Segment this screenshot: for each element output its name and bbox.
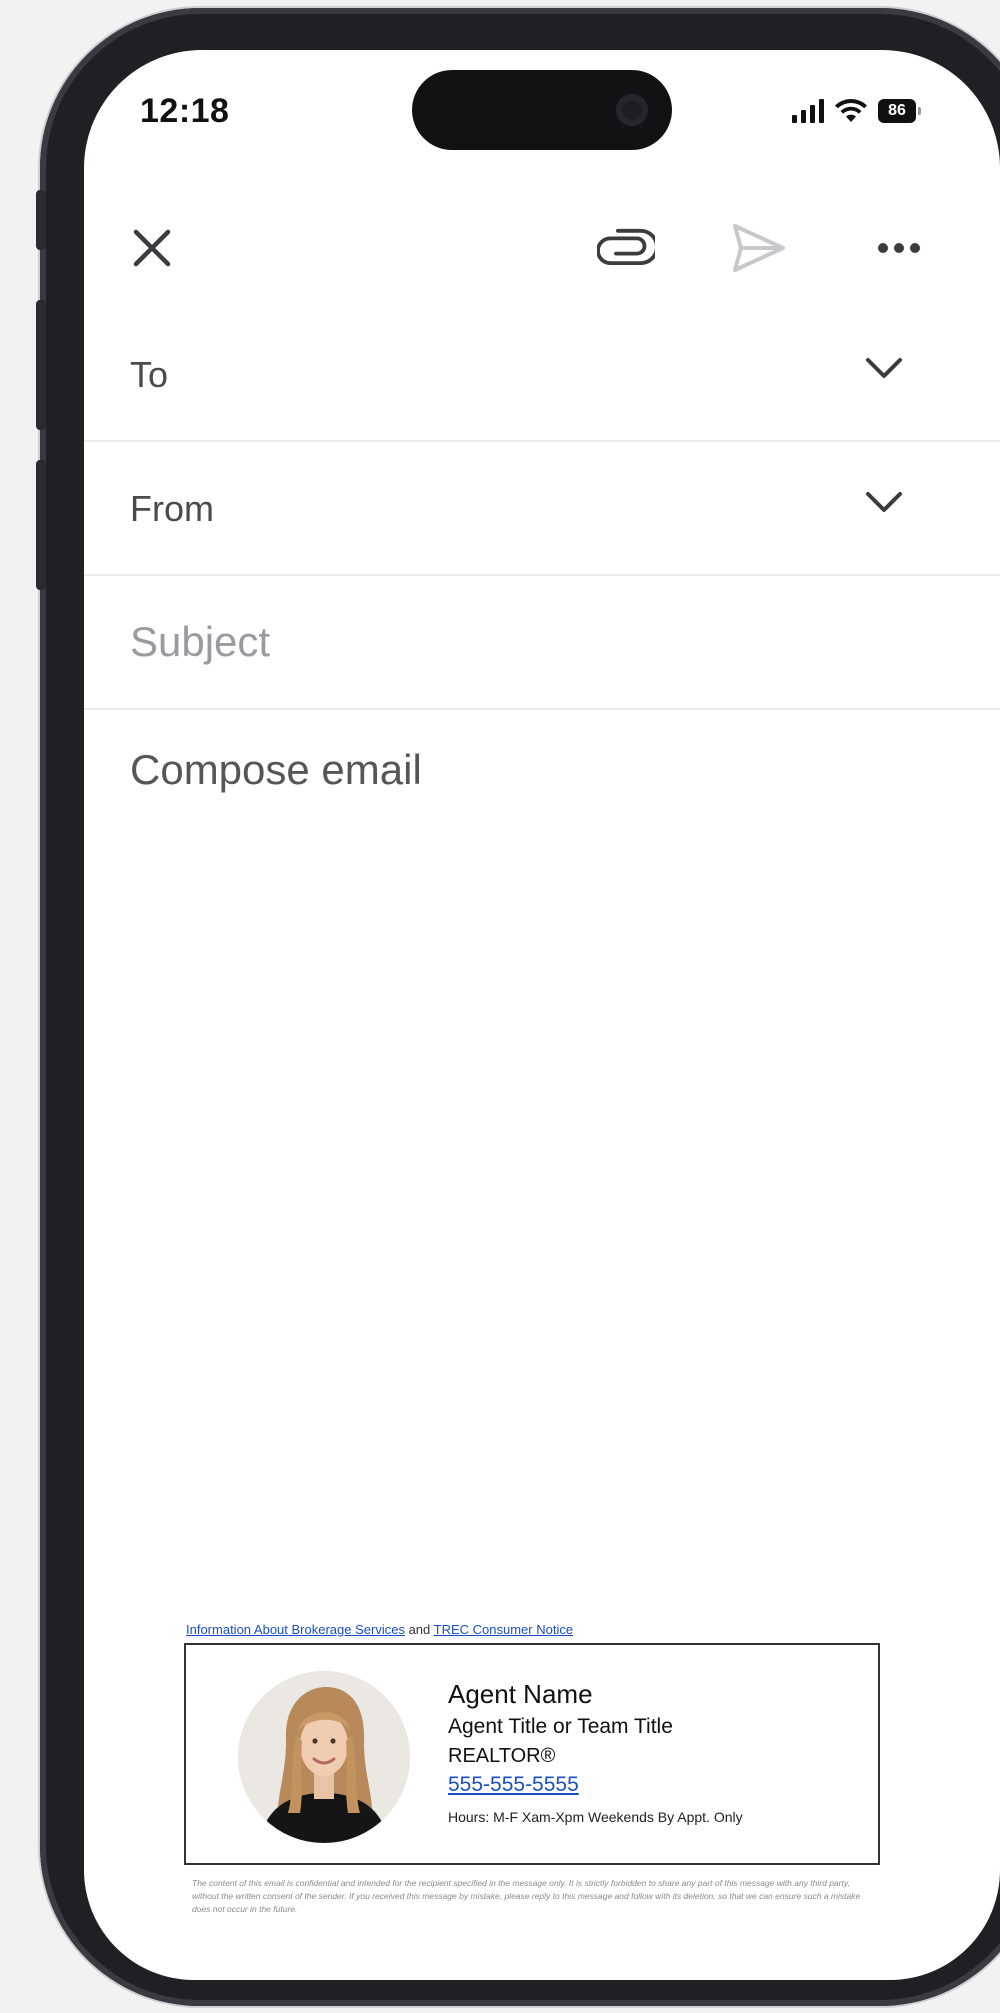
agent-photo: [238, 1671, 410, 1843]
agent-name: Agent Name: [448, 1679, 593, 1709]
wifi-icon: [835, 99, 867, 122]
brokerage-services-link[interactable]: Information About Brokerage Services: [186, 1622, 405, 1637]
compose-body[interactable]: [130, 746, 910, 1626]
links-joiner: and: [404, 1622, 434, 1637]
battery-icon: 86: [878, 99, 921, 123]
paperclip-icon: [597, 228, 655, 266]
agent-hours: Hours: M-F Xam-Xpm Weekends By Appt. Onl…: [448, 1809, 743, 1825]
to-label: To: [130, 354, 169, 395]
agent-phone-link[interactable]: 555-555-5555: [448, 1773, 579, 1797]
chevron-down-icon[interactable]: [864, 356, 904, 380]
camera-icon: [616, 94, 648, 126]
from-label: From: [130, 488, 214, 529]
close-button[interactable]: [128, 224, 176, 272]
dynamic-island: [412, 70, 672, 150]
status-icons: 86: [792, 96, 921, 126]
avatar: [238, 1671, 410, 1843]
agent-title: Agent Title or Team Title: [448, 1715, 673, 1738]
more-horizontal-icon: [878, 243, 920, 253]
send-icon: [733, 224, 785, 272]
subject-input[interactable]: [130, 614, 910, 670]
cellular-signal-icon: [792, 99, 824, 123]
from-field[interactable]: From: [84, 444, 1000, 576]
signature-card: Agent Name Agent Title or Team Title REA…: [184, 1643, 880, 1865]
agent-designation: REALTOR®: [448, 1745, 556, 1767]
status-time: 12:18: [140, 92, 230, 130]
attach-button[interactable]: [596, 226, 656, 270]
chevron-down-icon[interactable]: [864, 490, 904, 514]
send-button[interactable]: [730, 220, 788, 276]
volume-down-button: [36, 460, 46, 590]
screen: 12:18 86 To From Subject Compose email I…: [84, 50, 1000, 1980]
silent-switch: [36, 190, 46, 250]
subject-row: [84, 578, 1000, 710]
close-icon: [133, 229, 171, 267]
confidentiality-disclaimer: The content of this email is confidentia…: [192, 1878, 861, 1914]
signature-links: Information About Brokerage Services and…: [186, 1622, 573, 1637]
volume-up-button: [36, 300, 46, 430]
to-field[interactable]: To: [84, 310, 1000, 442]
more-button[interactable]: [874, 234, 924, 262]
trec-notice-link[interactable]: TREC Consumer Notice: [434, 1622, 573, 1637]
